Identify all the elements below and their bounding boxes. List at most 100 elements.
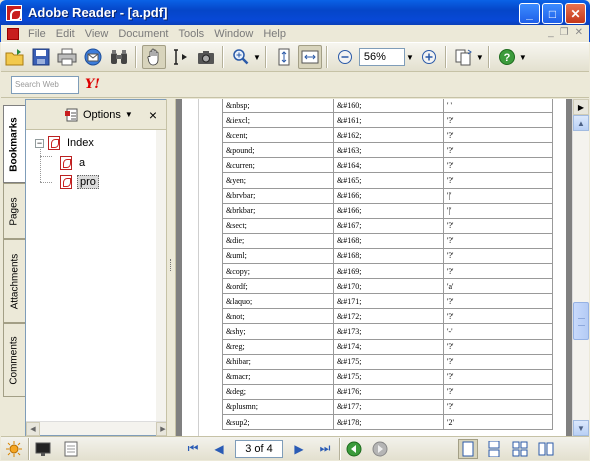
scroll-down-icon[interactable]: ▼ [573, 420, 589, 436]
table-cell: &sup2; [222, 413, 334, 431]
monitor-button[interactable] [33, 439, 53, 459]
table-cell: &hibar; [222, 353, 334, 370]
pane-splitter[interactable] [166, 99, 176, 436]
hand-tool-button[interactable] [142, 45, 166, 69]
print-button[interactable] [55, 45, 79, 69]
table-cell: &#168; [333, 232, 444, 249]
rotate-dropdown-icon[interactable]: ▼ [476, 53, 484, 62]
last-page-button[interactable]: ⏭ [315, 439, 335, 459]
scroll-up-icon[interactable]: ▲ [573, 115, 589, 131]
menu-window[interactable]: Window [209, 28, 258, 40]
document-view[interactable]: &nbsp; &#160; ' ' &iexcl; &#161; '?' &cent; &#1… [176, 99, 572, 436]
close-panel-button[interactable]: × [149, 107, 157, 123]
search-web-input[interactable]: Search Web [11, 75, 79, 94]
next-view-button[interactable] [370, 439, 390, 459]
fit-page-button[interactable] [272, 45, 296, 69]
facing-view-button[interactable] [510, 439, 530, 459]
zoom-in-button[interactable] [417, 45, 441, 69]
table-row: &shy; &#173; '-' [222, 323, 553, 340]
select-tool-button[interactable] [168, 45, 192, 69]
table-row: &yen; &#165; '?' [222, 172, 553, 189]
options-icon[interactable] [64, 107, 80, 123]
maximize-button[interactable]: □ [542, 3, 563, 24]
snapshot-tool-button[interactable] [194, 45, 218, 69]
zoom-tool-dropdown-icon[interactable]: ▼ [253, 53, 261, 62]
tab-comments[interactable]: Comments [3, 323, 25, 397]
scroll-left-icon[interactable]: ◀ [26, 422, 40, 436]
menu-help[interactable]: Help [258, 28, 291, 40]
yahoo-logo-icon[interactable]: Y! [85, 77, 100, 92]
doc-minimize-button[interactable]: _ [548, 27, 554, 38]
save-button[interactable] [29, 45, 53, 69]
page-number-input[interactable]: 3 of 4 [235, 439, 283, 458]
first-page-button[interactable]: ⏮ [183, 439, 203, 459]
previous-page-button[interactable]: ◀ [209, 439, 229, 459]
continuous-facing-view-button[interactable] [536, 439, 556, 459]
menu-edit[interactable]: Edit [51, 28, 80, 40]
doc-close-button[interactable]: ✕ [575, 27, 583, 38]
tree-line [40, 182, 52, 183]
previous-view-button[interactable] [344, 439, 364, 459]
menu-document[interactable]: Document [113, 28, 173, 40]
bookmark-item[interactable]: − Index [35, 134, 96, 152]
toolbar-separator [487, 46, 489, 68]
search-button[interactable] [107, 45, 131, 69]
table-cell: '?' [443, 293, 553, 310]
menu-tools[interactable]: Tools [174, 28, 210, 40]
scroll-thumb[interactable] [573, 302, 589, 340]
single-page-view-button[interactable] [458, 438, 478, 459]
table-cell: &#174; [333, 338, 444, 355]
zoom-dropdown-icon[interactable]: ▼ [405, 48, 415, 66]
fit-width-button[interactable] [297, 45, 322, 69]
help-dropdown-icon[interactable]: ▼ [519, 53, 527, 62]
search-toolbar: Search Web Y! [1, 72, 589, 98]
menu-view[interactable]: View [80, 28, 114, 40]
table-cell: &#161; [333, 112, 444, 129]
bookmark-item[interactable]: a [60, 154, 87, 172]
camera-icon [198, 51, 214, 64]
table-row: &copy; &#169; '?' [222, 263, 553, 280]
tab-bookmarks[interactable]: Bookmarks [3, 105, 25, 183]
close-button[interactable]: ✕ [565, 3, 586, 24]
table-cell: '?' [443, 172, 553, 189]
page-size-button[interactable] [61, 439, 81, 459]
status-separator [339, 437, 340, 460]
status-icon-button[interactable] [4, 439, 24, 459]
expand-panel-icon[interactable]: ▶ [573, 99, 589, 115]
rotate-view-button[interactable] [452, 45, 476, 69]
table-cell: '?' [443, 398, 553, 415]
bookmarks-header: Options ▼ × [26, 100, 170, 130]
table-cell: &#172; [333, 308, 444, 325]
next-page-button[interactable]: ▶ [289, 439, 309, 459]
help-button[interactable]: ? [495, 45, 519, 69]
tab-pages[interactable]: Pages [3, 183, 25, 239]
table-cell: &plusmn; [222, 398, 334, 415]
table-row: &pound; &#163; '?' [222, 142, 553, 159]
table-row: &cent; &#162; '?' [222, 127, 553, 144]
bookmark-item[interactable]: pro [60, 173, 99, 191]
collapse-icon[interactable]: − [35, 138, 44, 148]
continuous-view-button[interactable] [484, 439, 504, 459]
table-cell: &#176; [333, 383, 444, 400]
zoom-in-tool-button[interactable] [229, 45, 253, 69]
splitter-grip [170, 259, 172, 271]
document-icon[interactable] [7, 27, 19, 40]
open-button[interactable] [3, 45, 27, 69]
zoom-out-button[interactable] [333, 45, 357, 69]
doc-restore-button[interactable]: ❐ [560, 27, 569, 38]
floppy-disk-icon [32, 48, 50, 66]
bookmarks-horizontal-scrollbar[interactable]: ◀ ▶ [26, 421, 170, 436]
tab-attachments[interactable]: Attachments [3, 239, 25, 323]
options-button[interactable]: Options [83, 109, 121, 121]
minimize-button[interactable]: _ [519, 3, 540, 24]
zoom-level-input[interactable]: 56% [358, 48, 405, 66]
table-cell: '|' [443, 187, 553, 204]
email-button[interactable] [81, 45, 105, 69]
tree-line [40, 156, 52, 157]
menu-file[interactable]: File [23, 28, 51, 40]
table-cell: &#165; [333, 172, 444, 189]
document-vertical-scrollbar[interactable]: ▶ ▲ ▼ [572, 99, 589, 436]
table-cell: &#166; [333, 202, 444, 219]
options-dropdown-icon[interactable]: ▼ [125, 110, 133, 119]
table-cell: &laquo; [222, 293, 334, 310]
